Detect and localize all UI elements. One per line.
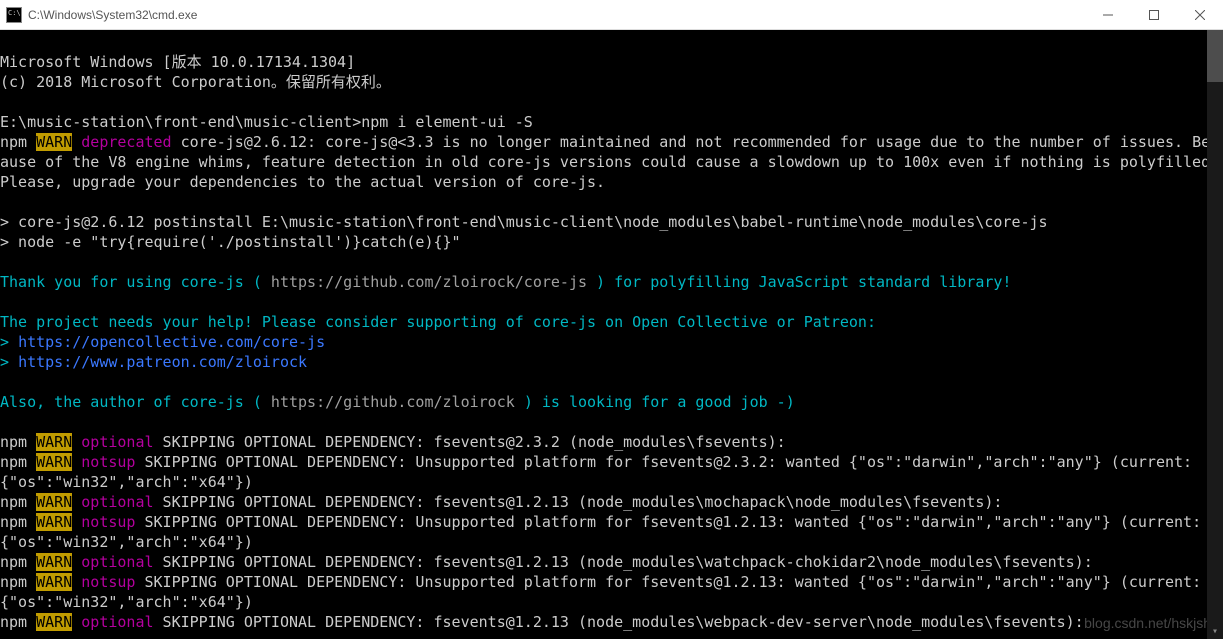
- corejs-link: https://github.com/zloirock/core-js: [262, 273, 596, 291]
- warn-deprecated-line: npm WARN deprecated core-js@2.6.12: core…: [0, 133, 1223, 191]
- warn-badge: WARN: [36, 613, 72, 631]
- watermark: blog.csdn.net/hskjsh: [1084, 613, 1211, 633]
- command: npm i element-ui -S: [361, 113, 533, 131]
- prompt-line: E:\music-station\front-end\music-client>…: [0, 113, 533, 131]
- optional-label: optional: [81, 433, 153, 451]
- warn-badge: WARN: [36, 133, 72, 151]
- postinstall-cmd-line: > node -e "try{require('./postinstall')}…: [0, 233, 461, 251]
- blank-line: [0, 373, 9, 391]
- scroll-thumb[interactable]: [1207, 30, 1223, 82]
- scroll-down-icon[interactable]: ▾: [1207, 623, 1223, 639]
- blank-line: [0, 93, 9, 111]
- support-line: The project needs your help! Please cons…: [0, 313, 876, 331]
- author-line: Also, the author of core-js ( https://gi…: [0, 393, 795, 411]
- postinstall-line: > core-js@2.6.12 postinstall E:\music-st…: [0, 213, 1048, 231]
- deprecated-msg: core-js@2.6.12: core-js@<3.3 is no longe…: [0, 133, 1223, 191]
- deprecated-label: deprecated: [81, 133, 171, 151]
- maximize-button[interactable]: [1131, 0, 1177, 30]
- warn-badge: WARN: [36, 493, 72, 511]
- opencollective-link: https://opencollective.com/core-js: [18, 333, 325, 351]
- warn-badge: WARN: [36, 553, 72, 571]
- titlebar-left: C:\Windows\System32\cmd.exe: [0, 7, 197, 23]
- thank-you-line: Thank you for using core-js ( https://gi…: [0, 273, 1011, 291]
- window-title: C:\Windows\System32\cmd.exe: [28, 8, 197, 22]
- optional-label: optional: [81, 553, 153, 571]
- warn-notsup-line: npm WARN notsup SKIPPING OPTIONAL DEPEND…: [0, 453, 1201, 491]
- warn-optional-line: npm WARN optional SKIPPING OPTIONAL DEPE…: [0, 433, 786, 451]
- warn-badge: WARN: [36, 513, 72, 531]
- window-titlebar: C:\Windows\System32\cmd.exe: [0, 0, 1223, 30]
- opencollective-line: > https://opencollective.com/core-js: [0, 333, 325, 351]
- blank-line: [0, 253, 9, 271]
- warn-optional-line: npm WARN optional SKIPPING OPTIONAL DEPE…: [0, 553, 1093, 571]
- author-link: https://github.com/zloirock: [262, 393, 524, 411]
- prompt: E:\music-station\front-end\music-client>: [0, 113, 361, 131]
- warn-badge: WARN: [36, 433, 72, 451]
- warn-optional-line: npm WARN optional SKIPPING OPTIONAL DEPE…: [0, 493, 1002, 511]
- blank-line: [0, 193, 9, 211]
- warn-badge: WARN: [36, 573, 72, 591]
- terminal-output[interactable]: Microsoft Windows [版本 10.0.17134.1304] (…: [0, 30, 1223, 639]
- header-line: Microsoft Windows [版本 10.0.17134.1304]: [0, 53, 355, 71]
- minimize-button[interactable]: [1085, 0, 1131, 30]
- patreon-link: https://www.patreon.com/zloirock: [18, 353, 307, 371]
- notsup-label: notsup: [81, 573, 135, 591]
- warn-optional-line: npm WARN optional SKIPPING OPTIONAL DEPE…: [0, 613, 1084, 631]
- notsup-label: notsup: [81, 513, 135, 531]
- optional-label: optional: [81, 613, 153, 631]
- blank-line: [0, 413, 9, 431]
- npm-label: npm: [0, 133, 36, 151]
- notsup-label: notsup: [81, 453, 135, 471]
- blank-line: [0, 293, 9, 311]
- warn-notsup-line: npm WARN notsup SKIPPING OPTIONAL DEPEND…: [0, 573, 1210, 611]
- window-controls: [1085, 0, 1223, 30]
- copyright-line: (c) 2018 Microsoft Corporation。保留所有权利。: [0, 73, 391, 91]
- vertical-scrollbar[interactable]: ▾: [1207, 30, 1223, 639]
- optional-label: optional: [81, 493, 153, 511]
- warn-badge: WARN: [36, 453, 72, 471]
- cmd-icon: [6, 7, 22, 23]
- patreon-line: > https://www.patreon.com/zloirock: [0, 353, 307, 371]
- close-button[interactable]: [1177, 0, 1223, 30]
- warn-notsup-line: npm WARN notsup SKIPPING OPTIONAL DEPEND…: [0, 513, 1210, 551]
